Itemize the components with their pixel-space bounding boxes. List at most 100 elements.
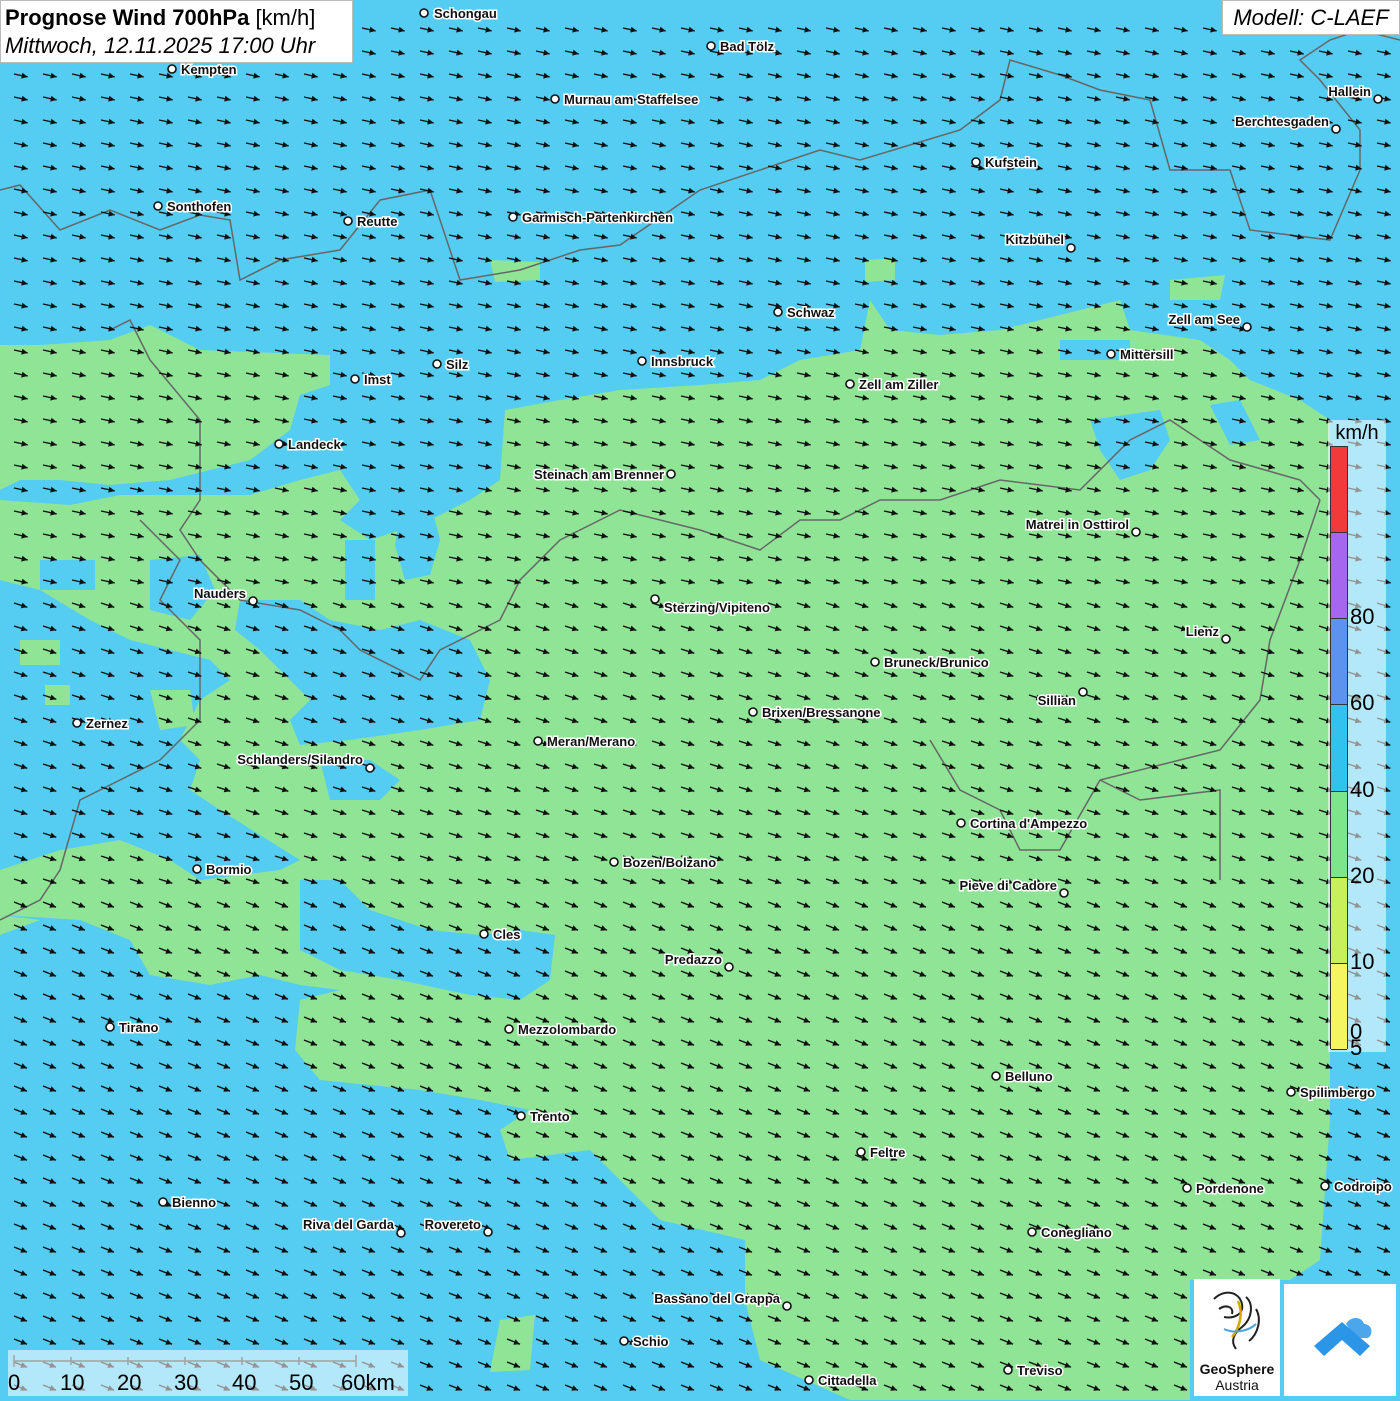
city-label: Sonthofen [167, 199, 231, 214]
city-label: Riva del Garda [303, 1217, 395, 1232]
city-dot [1331, 124, 1341, 134]
city-dot [1373, 94, 1383, 104]
scale-bar-label: 40 [232, 1370, 257, 1395]
city-dot [432, 359, 442, 369]
city-label: Cles [493, 927, 520, 942]
city-dot [1078, 687, 1088, 697]
city-dot [192, 864, 202, 874]
city-label: Schwaz [787, 305, 835, 320]
city-label: Garmisch-Partenkirchen [522, 210, 673, 225]
city-marker: Bruneck/Brunico [870, 654, 990, 672]
city-dot [153, 201, 163, 211]
city-dot [350, 374, 360, 384]
legend-tick-label: 20 [1350, 862, 1375, 888]
city-dot [483, 1227, 493, 1237]
city-label: Schio [633, 1334, 668, 1349]
city-label: Pieve di Cadore [959, 878, 1057, 893]
city-dot [248, 596, 258, 606]
legend-color-class [1331, 877, 1347, 964]
city-label: Predazzo [665, 952, 722, 967]
scale-bar-label: 20 [117, 1370, 142, 1395]
city-label: Codroipo [1334, 1179, 1392, 1194]
city-dot [1131, 527, 1141, 537]
city-label: Zernez [86, 716, 128, 731]
legend-tick-label: 0 [1350, 1019, 1363, 1044]
city-dot [1182, 1183, 1192, 1193]
city-label: Pordenone [1196, 1181, 1264, 1196]
city-label: Treviso [1017, 1363, 1063, 1378]
city-dot [1221, 634, 1231, 644]
city-label: Belluno [1005, 1069, 1053, 1084]
city-label: Bienno [172, 1195, 216, 1210]
city-dot [1003, 1365, 1013, 1375]
city-label: Silz [446, 357, 469, 372]
city-dot [956, 818, 966, 828]
city-label: Imst [364, 372, 391, 387]
scale-bar-label: 10 [60, 1370, 85, 1395]
city-label: Reutte [357, 214, 397, 229]
legend-color-class [1331, 447, 1347, 534]
legend-color-class [1331, 791, 1347, 878]
city-label: Hallein [1328, 84, 1371, 99]
city-label: Kufstein [985, 155, 1037, 170]
city-label: Cittadella [818, 1373, 877, 1388]
city-label: Sterzing/Vipiteno [664, 600, 770, 615]
city-label: Bad Tölz [720, 39, 775, 54]
legend-unit: km/h [1335, 422, 1379, 444]
city-marker: Brixen/Bressanone [748, 704, 882, 722]
city-marker: Spilimbergo [1286, 1084, 1377, 1102]
city-label: Kempten [181, 62, 237, 77]
scale-bar: 0 10 20 30 40 50 60km [8, 1350, 408, 1396]
city-marker: Steinach am Brenner [532, 466, 676, 484]
city-dot [479, 929, 489, 939]
legend-tick-label: 60 [1350, 690, 1375, 716]
city-dot [748, 707, 758, 717]
city-dot [724, 962, 734, 972]
city-dot [343, 216, 353, 226]
city-dot [550, 94, 560, 104]
city-dot [504, 1024, 514, 1034]
city-dot [1286, 1087, 1296, 1097]
city-dot [991, 1071, 1001, 1081]
geosphere-logo: GeoSphere Austria [1194, 1279, 1280, 1396]
city-label: Kitzbühel [1006, 232, 1065, 247]
city-dot [508, 212, 518, 222]
scale-bar-label: 60km [341, 1370, 395, 1395]
city-dot [1066, 243, 1076, 253]
city-dot [782, 1301, 792, 1311]
city-label: Spilimbergo [1300, 1085, 1375, 1100]
city-label: Schongau [434, 6, 497, 21]
city-label: Murnau am Staffelsee [564, 92, 698, 107]
city-dot [1027, 1227, 1037, 1237]
color-legend: km/h 80 60 40 20 10 5 0 [1328, 420, 1386, 1060]
city-label: Meran/Merano [547, 734, 635, 749]
city-label: Innsbruck [651, 354, 714, 369]
map-title-unit: [km/h] [255, 5, 316, 30]
city-dot [516, 1111, 526, 1121]
legend-tick-label: 80 [1350, 604, 1375, 630]
city-label: Rovereto [425, 1217, 481, 1232]
city-dot [856, 1147, 866, 1157]
legend-color-class [1331, 533, 1347, 620]
city-label: Sillian [1038, 693, 1076, 708]
city-dot [365, 763, 375, 773]
city-marker: Bozen/Bolzano [609, 854, 718, 872]
city-dot [1059, 888, 1069, 898]
city-label: Brixen/Bressanone [762, 705, 881, 720]
city-label: Mezzolombardo [518, 1022, 616, 1037]
geosphere-emblem-icon [1213, 1291, 1260, 1350]
city-marker: Garmisch-Partenkirchen [508, 209, 675, 227]
city-dot [72, 718, 82, 728]
wind-map[interactable]: Schongau Bad Tölz Kempten Murnau am Staffel… [0, 0, 1400, 1400]
city-label: Zell am See [1168, 312, 1240, 327]
city-label: Nauders [194, 586, 246, 601]
city-marker: Pordenone [1182, 1180, 1265, 1198]
city-label: Zell am Ziller [859, 377, 938, 392]
city-dot [666, 469, 676, 479]
city-label: Cortina d'Ampezzo [970, 816, 1087, 831]
legend-tick-label: 40 [1350, 776, 1375, 802]
city-dot [396, 1228, 406, 1238]
scale-bar-label: 30 [174, 1370, 199, 1395]
city-dot [419, 8, 429, 18]
city-dot [706, 41, 716, 51]
